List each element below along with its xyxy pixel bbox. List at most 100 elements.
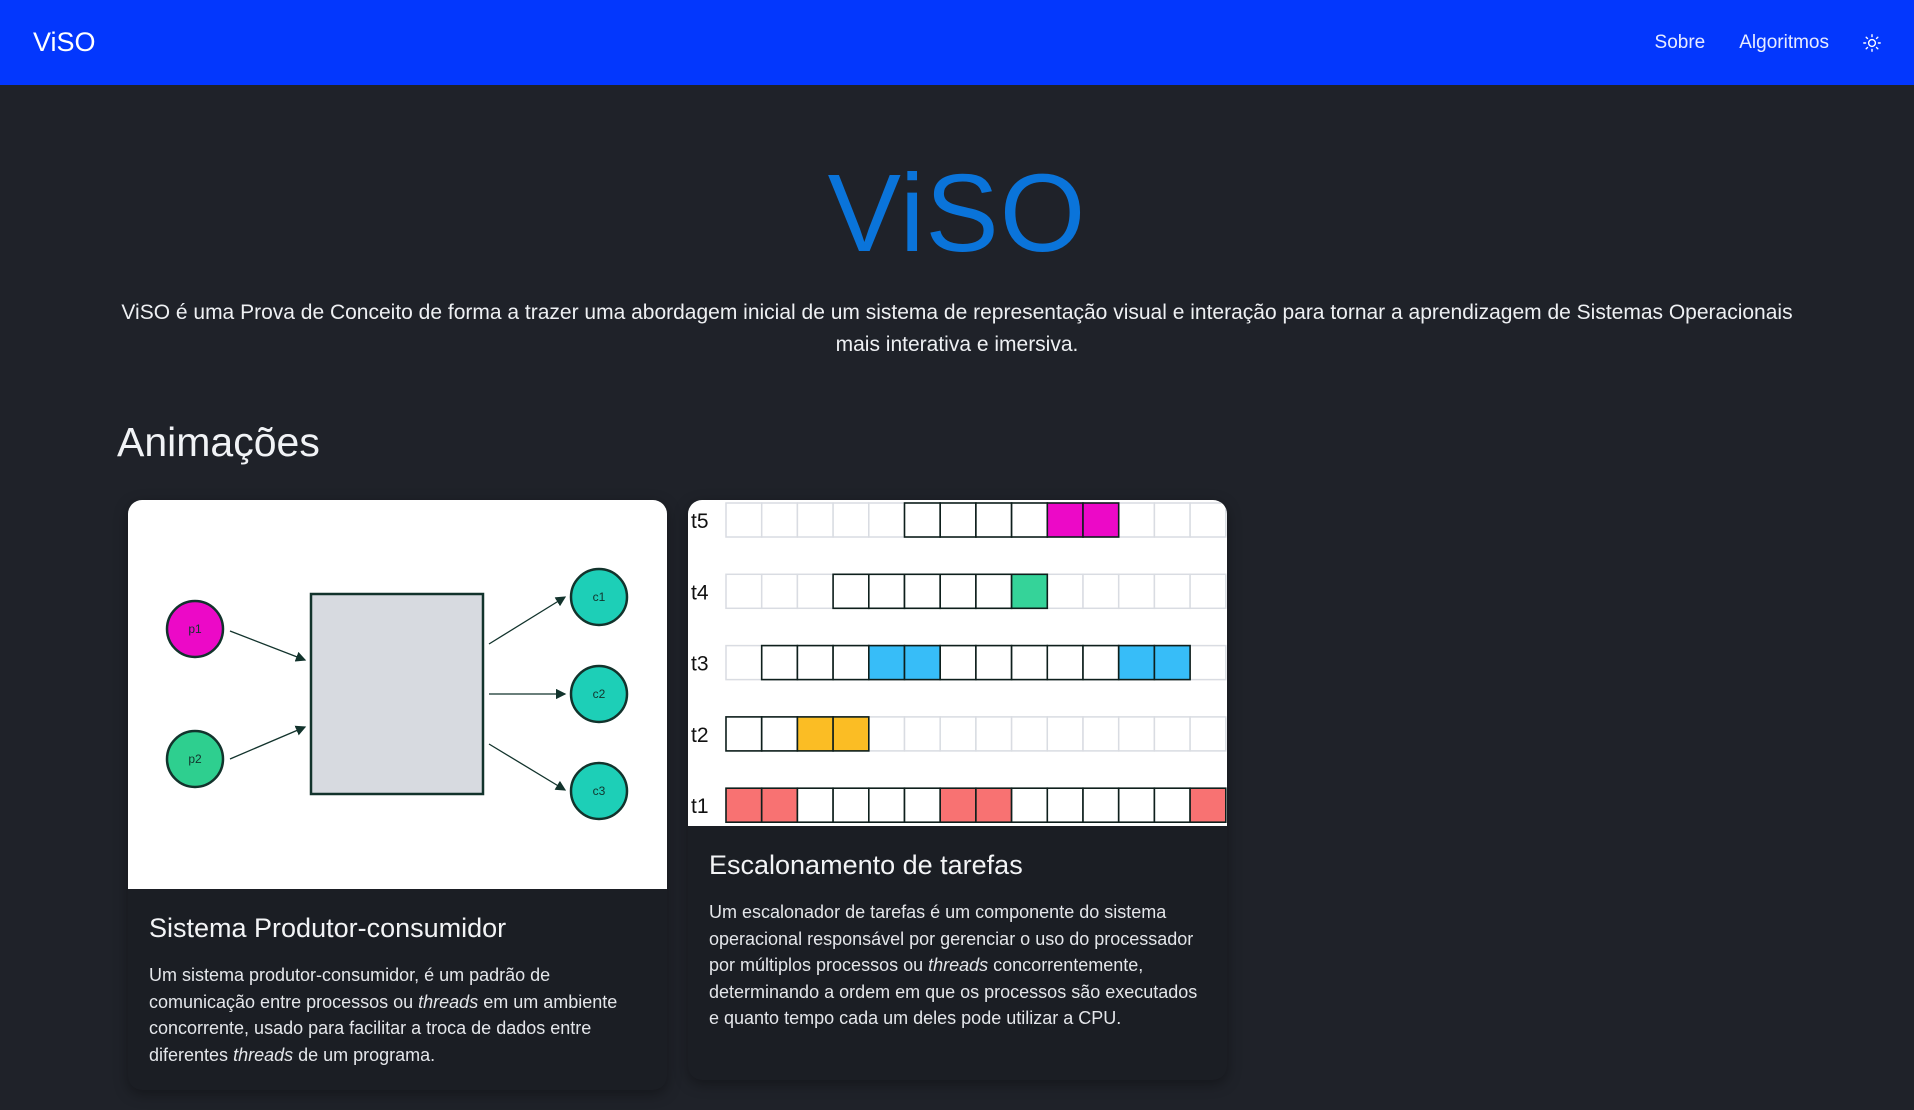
card-title: Escalonamento de tarefas [709, 850, 1023, 880]
timeline-cell [760, 573, 799, 610]
waiting-cell [1153, 787, 1191, 824]
hero-title: ViSO [827, 152, 1087, 275]
timeline-cell [1189, 502, 1227, 538]
waiting-cell [868, 573, 906, 610]
buffer-box [309, 592, 485, 796]
sun-icon[interactable] [1863, 33, 1881, 52]
waiting-cell [939, 573, 977, 610]
timeline-cell [868, 502, 906, 538]
waiting-cell [832, 573, 870, 610]
waiting-cell [868, 787, 906, 824]
consumer-node-c1: c1 [569, 567, 629, 627]
scheduling-diagram: t5 t4 t3 t2 t1 [688, 500, 1227, 826]
timeline-cell [1046, 573, 1084, 610]
task-label-t2: t2 [691, 724, 709, 747]
timeline-cell [1010, 716, 1049, 752]
timeline-cell [1046, 716, 1084, 752]
producer-label-p2: p2 [188, 752, 202, 766]
running-cell [1153, 644, 1191, 681]
waiting-cell [725, 716, 763, 752]
running-cell [832, 716, 870, 752]
timeline-cell [975, 716, 1013, 752]
waiting-cell [1010, 787, 1049, 824]
waiting-cell [903, 573, 942, 610]
consumer-label-c2: c2 [593, 687, 606, 701]
timeline-cell [1189, 716, 1227, 752]
card-title: Sistema Produtor-consumidor [149, 913, 507, 943]
timeline-cell [903, 716, 941, 752]
timeline-cell [725, 573, 763, 610]
running-cell [725, 787, 763, 824]
consumer-node-c2: c2 [569, 664, 629, 724]
running-cell [1117, 644, 1156, 681]
navbar: ViSO Sobre Algoritmos [0, 0, 1914, 85]
timeline-cell [1153, 573, 1191, 610]
waiting-cell [939, 644, 977, 681]
waiting-cell [903, 502, 942, 538]
waiting-cell [1010, 502, 1049, 538]
timeline-cell [1153, 716, 1191, 752]
waiting-cell [1082, 644, 1120, 681]
card-body: Escalonamento de tarefas Um escalonador … [688, 850, 1227, 1032]
timeline-cell [725, 502, 763, 538]
timeline-cell [1189, 644, 1227, 681]
running-cell [868, 644, 906, 681]
running-cell [1189, 787, 1227, 824]
nav-links: Sobre Algoritmos [1621, 32, 1881, 54]
waiting-cell [796, 787, 834, 824]
waiting-cell [939, 502, 977, 538]
running-cell [1082, 502, 1120, 538]
waiting-cell [975, 573, 1013, 610]
card-text: Um sistema produtor-consumidor, é um pad… [149, 965, 618, 1065]
waiting-cell [832, 787, 870, 824]
task-label-t3: t3 [691, 653, 709, 676]
timeline-cell [796, 502, 834, 538]
timeline-cell [1117, 573, 1156, 610]
producer-label-p1: p1 [188, 622, 202, 636]
task-label-t1: t1 [691, 795, 709, 818]
running-cell [796, 716, 834, 752]
running-cell [1010, 573, 1049, 610]
timeline-cell [832, 502, 870, 538]
hero-description: ViSO é uma Prova de Conceito de forma a … [121, 301, 1793, 356]
timeline-cell [760, 502, 799, 538]
running-cell [760, 787, 799, 824]
card-body: Sistema Produtor-consumidor Um sistema p… [128, 913, 667, 1068]
timeline-cell [1117, 716, 1156, 752]
running-cell [939, 787, 977, 824]
task-label-t5: t5 [691, 510, 709, 533]
waiting-cell [1117, 787, 1156, 824]
consumer-node-c3: c3 [569, 761, 629, 821]
waiting-cell [1046, 644, 1084, 681]
timeline-cell [1082, 573, 1120, 610]
waiting-cell [1010, 644, 1049, 681]
running-cell [903, 644, 942, 681]
nav-link-algoritmos[interactable]: Algoritmos [1739, 32, 1829, 54]
task-label-t4: t4 [691, 581, 709, 604]
timeline-cell [1117, 502, 1156, 538]
timeline-cell [1189, 573, 1227, 610]
producer-node-p2: p2 [165, 729, 225, 789]
card-produtor-consumidor[interactable]: p1 p2 c1 c2 c3 Sistema Produtor-consumid… [128, 500, 667, 1090]
producer-node-p1: p1 [165, 599, 225, 659]
timeline-cell [868, 716, 906, 752]
waiting-cell [760, 716, 799, 752]
timeline-cell [1082, 716, 1120, 752]
consumer-label-c1: c1 [593, 590, 606, 604]
card-text: Um escalonador de tarefas é um component… [709, 902, 1198, 1028]
card-escalonamento[interactable]: t5 t4 t3 t2 t1 Escalonamento de tarefas Um e… [688, 500, 1227, 1080]
waiting-cell [760, 644, 799, 681]
waiting-cell [975, 502, 1013, 538]
waiting-cell [975, 644, 1013, 681]
timeline-cell [1153, 502, 1191, 538]
waiting-cell [1082, 787, 1120, 824]
section-title-animacoes: Animações [117, 419, 320, 465]
running-cell [975, 787, 1013, 824]
brand-logo[interactable]: ViSO [33, 27, 96, 58]
timeline-cell [796, 573, 834, 610]
consumer-label-c3: c3 [593, 784, 606, 798]
running-cell [1046, 502, 1084, 538]
timeline-cell [939, 716, 977, 752]
nav-link-sobre[interactable]: Sobre [1655, 32, 1706, 54]
waiting-cell [832, 644, 870, 681]
